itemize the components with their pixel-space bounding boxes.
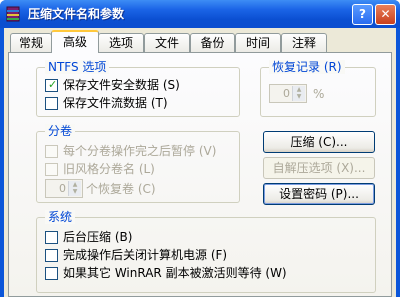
recovery-volumes-value: 0: [59, 182, 66, 195]
background-label: 后台压缩 (B): [63, 230, 133, 244]
dialog-client: 常规 高级 选项 文件 备份 时间 注释 NTFS 选项 ✓ 保存文件安全数据 …: [4, 28, 396, 297]
pause-after-volume-checkbox[interactable]: [45, 145, 58, 158]
spinner-arrows-icon[interactable]: ▲ ▼: [292, 86, 305, 101]
shutdown-label: 完成操作后关闭计算机电源 (F): [63, 248, 228, 262]
sfx-options-button[interactable]: 自解压选项 (X)...: [263, 157, 375, 179]
wait-if-busy-label: 如果其它 WinRAR 副本被激活则等待 (W): [63, 266, 287, 280]
close-button[interactable]: ✕: [375, 4, 396, 25]
spinner-arrows-icon[interactable]: ▲ ▼: [68, 181, 81, 196]
set-password-button[interactable]: 设置密码 (P)...: [263, 183, 375, 205]
checkmark-icon: ✓: [48, 78, 58, 91]
system-title: 系统: [45, 210, 76, 224]
background-checkbox[interactable]: [45, 231, 58, 244]
title-bar[interactable]: 压缩文件名和参数 ? ✕: [0, 0, 400, 28]
tab-advanced[interactable]: 高级: [51, 30, 99, 53]
recovery-volumes-label: 个恢复卷 (C): [86, 182, 156, 196]
tab-options[interactable]: 选项: [98, 33, 144, 52]
recovery-record-spinner[interactable]: 0 ▲ ▼: [269, 84, 307, 103]
winrar-app-icon: [6, 6, 20, 22]
window-title: 压缩文件名和参数: [28, 7, 125, 21]
tab-time[interactable]: 时间: [235, 33, 281, 52]
shutdown-option[interactable]: 完成操作后关闭计算机电源 (F): [45, 248, 305, 262]
compression-button[interactable]: 压缩 (C)...: [263, 131, 375, 153]
wait-if-busy-option[interactable]: 如果其它 WinRAR 副本被激活则等待 (W): [45, 266, 365, 280]
volumes-group: 分卷 每个分卷操作完之后暂停 (V) 旧风格分卷名 (L) 0 ▲ ▼ 个恢复卷 …: [36, 124, 240, 203]
recovery-volumes-spinner[interactable]: 0 ▲ ▼: [45, 179, 83, 198]
save-streams-option[interactable]: 保存文件流数据 (T): [45, 96, 225, 110]
shutdown-checkbox[interactable]: [45, 249, 58, 262]
recovery-record-group: 恢复记录 (R) 0 ▲ ▼ %: [260, 60, 376, 117]
recovery-record-unit: %: [313, 87, 325, 101]
old-style-naming-checkbox[interactable]: [45, 163, 58, 176]
tab-backup[interactable]: 备份: [190, 33, 235, 52]
ntfs-options-title: NTFS 选项: [45, 60, 110, 74]
help-button[interactable]: ?: [352, 4, 373, 25]
recovery-record-value: 0: [283, 87, 290, 100]
old-style-naming-label: 旧风格分卷名 (L): [63, 162, 155, 176]
save-streams-checkbox[interactable]: [45, 97, 58, 110]
background-option[interactable]: 后台压缩 (B): [45, 230, 245, 244]
advanced-tab-panel: NTFS 选项 ✓ 保存文件安全数据 (S) 保存文件流数据 (T) 恢复记录 …: [8, 52, 392, 297]
system-group: 系统 后台压缩 (B) 完成操作后关闭计算机电源 (F) 如果其它 WinRAR…: [36, 210, 376, 293]
tab-comment[interactable]: 注释: [281, 33, 327, 52]
dialog-window: 压缩文件名和参数 ? ✕ 常规 高级 选项 文件 备份 时间 注释 NTFS 选…: [0, 0, 400, 297]
tab-files[interactable]: 文件: [144, 33, 190, 52]
pause-after-volume-label: 每个分卷操作完之后暂停 (V): [63, 144, 217, 158]
save-streams-label: 保存文件流数据 (T): [63, 96, 168, 110]
save-security-option[interactable]: ✓ 保存文件安全数据 (S): [45, 78, 225, 92]
volumes-title: 分卷: [45, 124, 76, 138]
save-security-label: 保存文件安全数据 (S): [63, 78, 180, 92]
save-security-checkbox[interactable]: ✓: [45, 78, 58, 92]
ntfs-options-group: NTFS 选项 ✓ 保存文件安全数据 (S) 保存文件流数据 (T): [36, 60, 240, 117]
old-style-naming-option[interactable]: 旧风格分卷名 (L): [45, 162, 235, 176]
tab-general[interactable]: 常规: [10, 33, 52, 52]
pause-after-volume-option[interactable]: 每个分卷操作完之后暂停 (V): [45, 144, 235, 158]
recovery-record-title: 恢复记录 (R): [269, 60, 345, 74]
wait-if-busy-checkbox[interactable]: [45, 267, 58, 280]
